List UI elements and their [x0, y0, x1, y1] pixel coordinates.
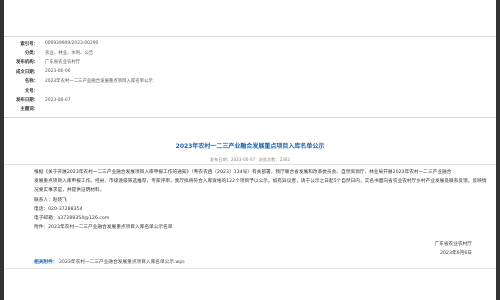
meta-value: 006939909/2023-00290: [45, 41, 99, 47]
contact-person: 联系人：赵晓飞: [34, 197, 67, 203]
related-attachments: 相关附件： 2023年农村一二三产业融合发展重点项目入库名单公示.wps: [34, 259, 185, 265]
meta-row-publisher: 发布机构： 广东省农业农村厅: [4, 58, 496, 67]
meta-row-publish-date: 发布日期： 2023-06-07: [4, 95, 496, 104]
meta-label: 发布日期：: [16, 98, 38, 104]
meta-value: 2023年农村一二三产业融合发展重点项目入库名单公示: [45, 79, 153, 85]
related-attachments-label: 相关附件：: [34, 260, 58, 265]
paragraph-line: 根据《关于开展2023年农村一二三产业融合发展项目入库申报工作的通知》（粤农农函…: [34, 170, 452, 175]
meta-label: 索引号：: [20, 41, 38, 47]
attachment-file-link[interactable]: 2023年农村一二三产业融合发展重点项目入库名单公示.wps: [59, 260, 185, 265]
metadata-table: 索引号： 006939909/2023-00290 分类： 农业、林业、水利、公…: [4, 36, 496, 119]
article-subinfo: 发布日期：2023-06-07 浏览次数：2302: [4, 157, 496, 163]
meta-label: 成文日期：: [16, 69, 38, 75]
divider: [4, 164, 496, 165]
meta-label: 文号：: [24, 88, 38, 94]
divider: [4, 268, 496, 269]
document-page: 索引号： 006939909/2023-00290 分类： 农业、林业、水利、公…: [4, 0, 496, 300]
paragraph-line: 况要实事求是，并提供证明材料。: [34, 188, 105, 194]
meta-row-index: 索引号： 006939909/2023-00290: [4, 39, 496, 48]
view-count-label: 浏览次数：2302: [258, 157, 291, 162]
signature-date: 2023年6月6日: [440, 251, 472, 256]
meta-row-category: 分类： 农业、林业、水利、公告: [4, 48, 496, 57]
meta-row-keywords: 主题词：: [4, 105, 496, 114]
publish-date-label: 发布日期：2023-06-07: [209, 157, 256, 162]
meta-label: 分类：: [24, 51, 38, 57]
article-title: 2023年农村一二三产业融合发展重点项目入库名单公示: [175, 143, 325, 150]
meta-value: 农业、林业、水利、公告: [45, 51, 94, 57]
contact-phone: 电话：020-37288354: [34, 206, 83, 212]
meta-row-written-date: 成文日期： 2023-06-06: [4, 67, 496, 76]
attachment-line: 附件：2023年农村一二三产业融合发展重点项目入库名单公示名单: [34, 225, 173, 231]
article-body: 根据《关于开展2023年农村一二三产业融合发展项目入库申报工作的通知》（粤农农函…: [34, 168, 487, 232]
contact-email: 电子邮箱：a37288354@126.com: [34, 216, 110, 222]
meta-row-doc-number: 文号：: [4, 86, 496, 95]
meta-label: 发布机构：: [16, 60, 38, 66]
meta-value: 2023-06-06: [45, 69, 71, 75]
meta-row-name: 名称： 2023年农村一二三产业融合发展重点项目入库名单公示: [4, 77, 496, 86]
meta-value: 2023-06-07: [45, 97, 71, 103]
meta-label: 主题词：: [20, 107, 38, 113]
meta-label: 名称：: [24, 79, 38, 85]
meta-value: 广东省农业农村厅: [45, 60, 81, 66]
signature-org: 广东省农业农村厅: [434, 242, 472, 247]
paragraph-line: 发展重点项目入库申报工作。经县、市级逐级筛选推荐，专家评审，我厅拟将符合入库资格…: [34, 179, 487, 185]
